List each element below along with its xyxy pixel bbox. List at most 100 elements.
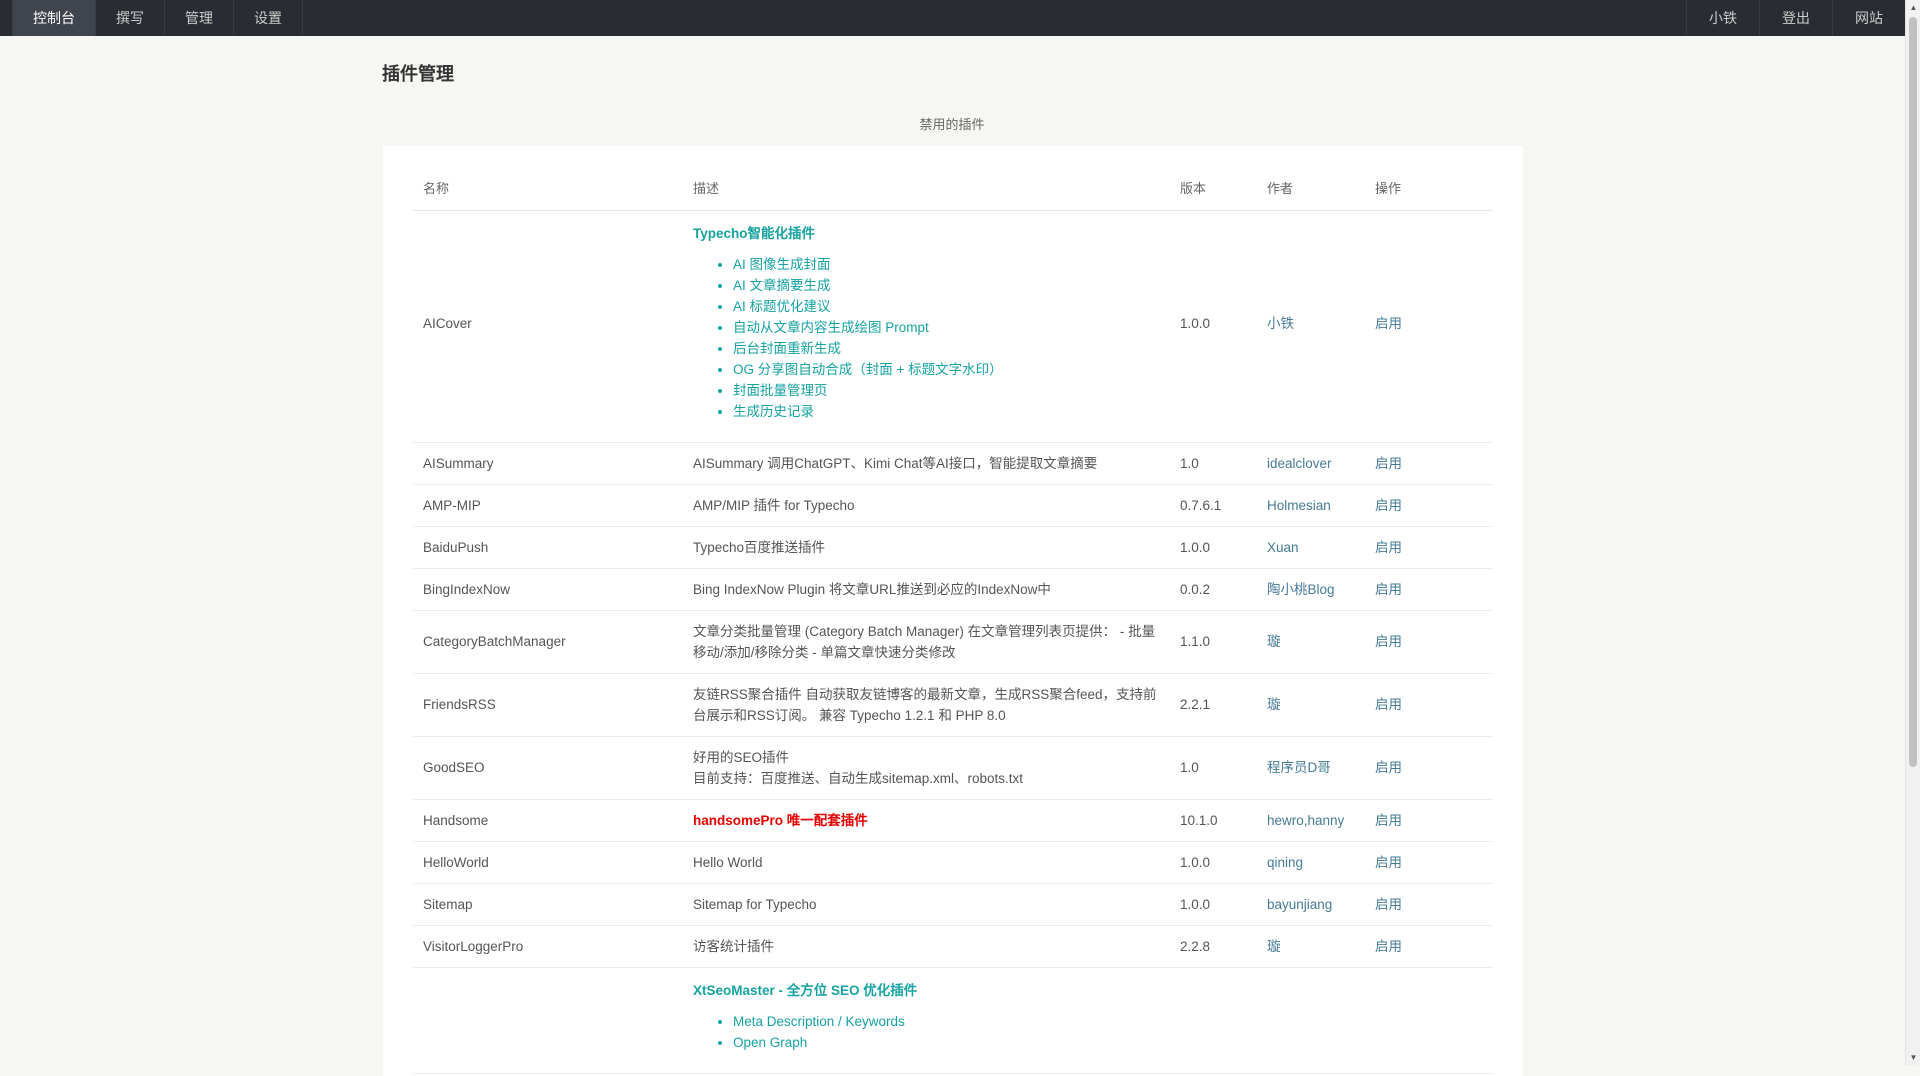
plugin-version (1170, 967, 1257, 1074)
plugin-action: 启用 (1365, 484, 1493, 527)
author-link[interactable]: 璇 (1267, 634, 1281, 649)
enable-button[interactable]: 启用 (1375, 316, 1402, 331)
enable-button[interactable]: 启用 (1375, 697, 1402, 712)
nav-dashboard[interactable]: 控制台 (12, 0, 96, 36)
author-link[interactable]: 璇 (1267, 939, 1281, 954)
plugin-heading: XtSeoMaster - 全方位 SEO 优化插件 (693, 982, 918, 998)
enable-button[interactable]: 启用 (1375, 813, 1402, 828)
user-menu: 小铁 登出 网站 (1686, 0, 1905, 36)
table-row: BaiduPush Typecho百度推送插件 1.0.0 Xuan 启用 (413, 526, 1493, 569)
plugin-version: 0.0.2 (1170, 568, 1257, 611)
plugin-action: 启用 (1365, 673, 1493, 737)
plugin-name: AMP-MIP (413, 484, 683, 527)
enable-button[interactable]: 启用 (1375, 855, 1402, 870)
plugin-action: 启用 (1365, 799, 1493, 842)
author-link[interactable]: 璇 (1267, 697, 1281, 712)
list-item: AI 文章摘要生成 (733, 275, 1160, 296)
plugin-version: 1.0 (1170, 442, 1257, 485)
enable-button[interactable]: 启用 (1375, 634, 1402, 649)
plugin-name: Handsome (413, 799, 683, 842)
plugin-name: CategoryBatchManager (413, 610, 683, 674)
scroll-up-arrow-icon[interactable]: ▲ (1906, 0, 1920, 15)
plugin-description: Typecho百度推送插件 (683, 526, 1170, 569)
list-item: 生成历史记录 (733, 401, 1160, 422)
plugin-version: 0.7.6.1 (1170, 484, 1257, 527)
list-item: 自动从文章内容生成绘图 Prompt (733, 317, 1160, 338)
author-link[interactable]: qining (1267, 855, 1303, 870)
plugin-description: Hello World (683, 841, 1170, 884)
description-line: 好用的SEO插件 (693, 749, 790, 765)
plugin-name: BingIndexNow (413, 568, 683, 611)
enable-button[interactable]: 启用 (1375, 897, 1402, 912)
list-item: Open Graph (733, 1032, 1160, 1053)
plugin-description: 访客统计插件 (683, 925, 1170, 968)
nav-website[interactable]: 网站 (1832, 0, 1905, 36)
plugins-panel: 名称 描述 版本 作者 操作 AICover Typecho智能化插件 AI 图… (383, 146, 1523, 1076)
table-row: GoodSEO 好用的SEO插件 目前支持：百度推送、自动生成sitemap.x… (413, 736, 1493, 800)
plugin-author: 程序员D哥 (1257, 736, 1365, 800)
plugin-heading: handsomePro 唯一配套插件 (693, 812, 868, 828)
plugin-version: 1.0.0 (1170, 883, 1257, 926)
enable-button[interactable]: 启用 (1375, 582, 1402, 597)
plugin-version: 1.1.0 (1170, 610, 1257, 674)
plugin-description: AISummary 调用ChatGPT、Kimi Chat等AI接口，智能提取文… (683, 442, 1170, 485)
enable-button[interactable]: 启用 (1375, 498, 1402, 513)
list-item: OG 分享图自动合成（封面 + 标题文字水印） (733, 359, 1160, 380)
nav-write[interactable]: 撰写 (96, 0, 165, 36)
author-link[interactable]: hewro,hanny (1267, 813, 1344, 828)
plugins-table: 名称 描述 版本 作者 操作 AICover Typecho智能化插件 AI 图… (413, 166, 1493, 1074)
author-link[interactable]: Xuan (1267, 540, 1299, 555)
author-link[interactable]: Holmesian (1267, 498, 1331, 513)
plugin-action: 启用 (1365, 883, 1493, 926)
plugin-action: 启用 (1365, 925, 1493, 968)
col-author: 作者 (1257, 166, 1365, 211)
plugin-description: XtSeoMaster - 全方位 SEO 优化插件 Meta Descript… (683, 967, 1170, 1074)
author-link[interactable]: 陶小桃Blog (1267, 582, 1335, 597)
nav-manage[interactable]: 管理 (165, 0, 234, 36)
author-link[interactable]: 小铁 (1267, 316, 1294, 331)
page-scrollbar[interactable]: ▲ ▼ (1905, 0, 1920, 1065)
plugin-author: 陶小桃Blog (1257, 568, 1365, 611)
author-link[interactable]: 程序员D哥 (1267, 760, 1331, 775)
plugin-author: 璇 (1257, 673, 1365, 737)
plugin-author (1257, 967, 1365, 1074)
enable-button[interactable]: 启用 (1375, 540, 1402, 555)
plugin-author: bayunjiang (1257, 883, 1365, 926)
plugin-name: VisitorLoggerPro (413, 925, 683, 968)
plugin-action: 启用 (1365, 610, 1493, 674)
plugin-version: 2.2.8 (1170, 925, 1257, 968)
plugin-author: Xuan (1257, 526, 1365, 569)
author-link[interactable]: idealclover (1267, 456, 1332, 471)
scroll-thumb[interactable] (1909, 17, 1917, 767)
feature-list: AI 图像生成封面 AI 文章摘要生成 AI 标题优化建议 自动从文章内容生成绘… (693, 254, 1160, 422)
plugin-action (1365, 967, 1493, 1074)
plugin-action: 启用 (1365, 568, 1493, 611)
nav-logout[interactable]: 登出 (1759, 0, 1832, 36)
enable-button[interactable]: 启用 (1375, 760, 1402, 775)
nav-settings[interactable]: 设置 (234, 0, 303, 36)
page-title: 插件管理 (382, 64, 454, 84)
plugin-action: 启用 (1365, 736, 1493, 800)
plugin-action: 启用 (1365, 210, 1493, 443)
table-row: AMP-MIP AMP/MIP 插件 for Typecho 0.7.6.1 H… (413, 484, 1493, 527)
plugin-version: 2.2.1 (1170, 673, 1257, 737)
author-link[interactable]: bayunjiang (1267, 897, 1332, 912)
col-name: 名称 (413, 166, 683, 211)
plugin-author: 璇 (1257, 925, 1365, 968)
list-item: Meta Description / Keywords (733, 1011, 1160, 1032)
plugin-name: BaiduPush (413, 526, 683, 569)
plugin-author: idealclover (1257, 442, 1365, 485)
plugin-description: Sitemap for Typecho (683, 883, 1170, 926)
scroll-down-arrow-icon[interactable]: ▼ (1906, 1050, 1920, 1065)
plugin-description: handsomePro 唯一配套插件 (683, 799, 1170, 842)
plugin-description: Bing IndexNow Plugin 将文章URL推送到必应的IndexNo… (683, 568, 1170, 611)
plugin-version: 1.0.0 (1170, 841, 1257, 884)
table-row: XtSeoMaster - 全方位 SEO 优化插件 Meta Descript… (413, 967, 1493, 1074)
plugin-author-link[interactable]: 小铁 (1257, 210, 1365, 443)
plugin-name: GoodSEO (413, 736, 683, 800)
nav-user-profile[interactable]: 小铁 (1686, 0, 1759, 36)
top-navbar: 控制台 撰写 管理 设置 小铁 登出 网站 (0, 0, 1905, 36)
enable-button[interactable]: 启用 (1375, 456, 1402, 471)
table-header-row: 名称 描述 版本 作者 操作 (413, 166, 1493, 211)
enable-button[interactable]: 启用 (1375, 939, 1402, 954)
